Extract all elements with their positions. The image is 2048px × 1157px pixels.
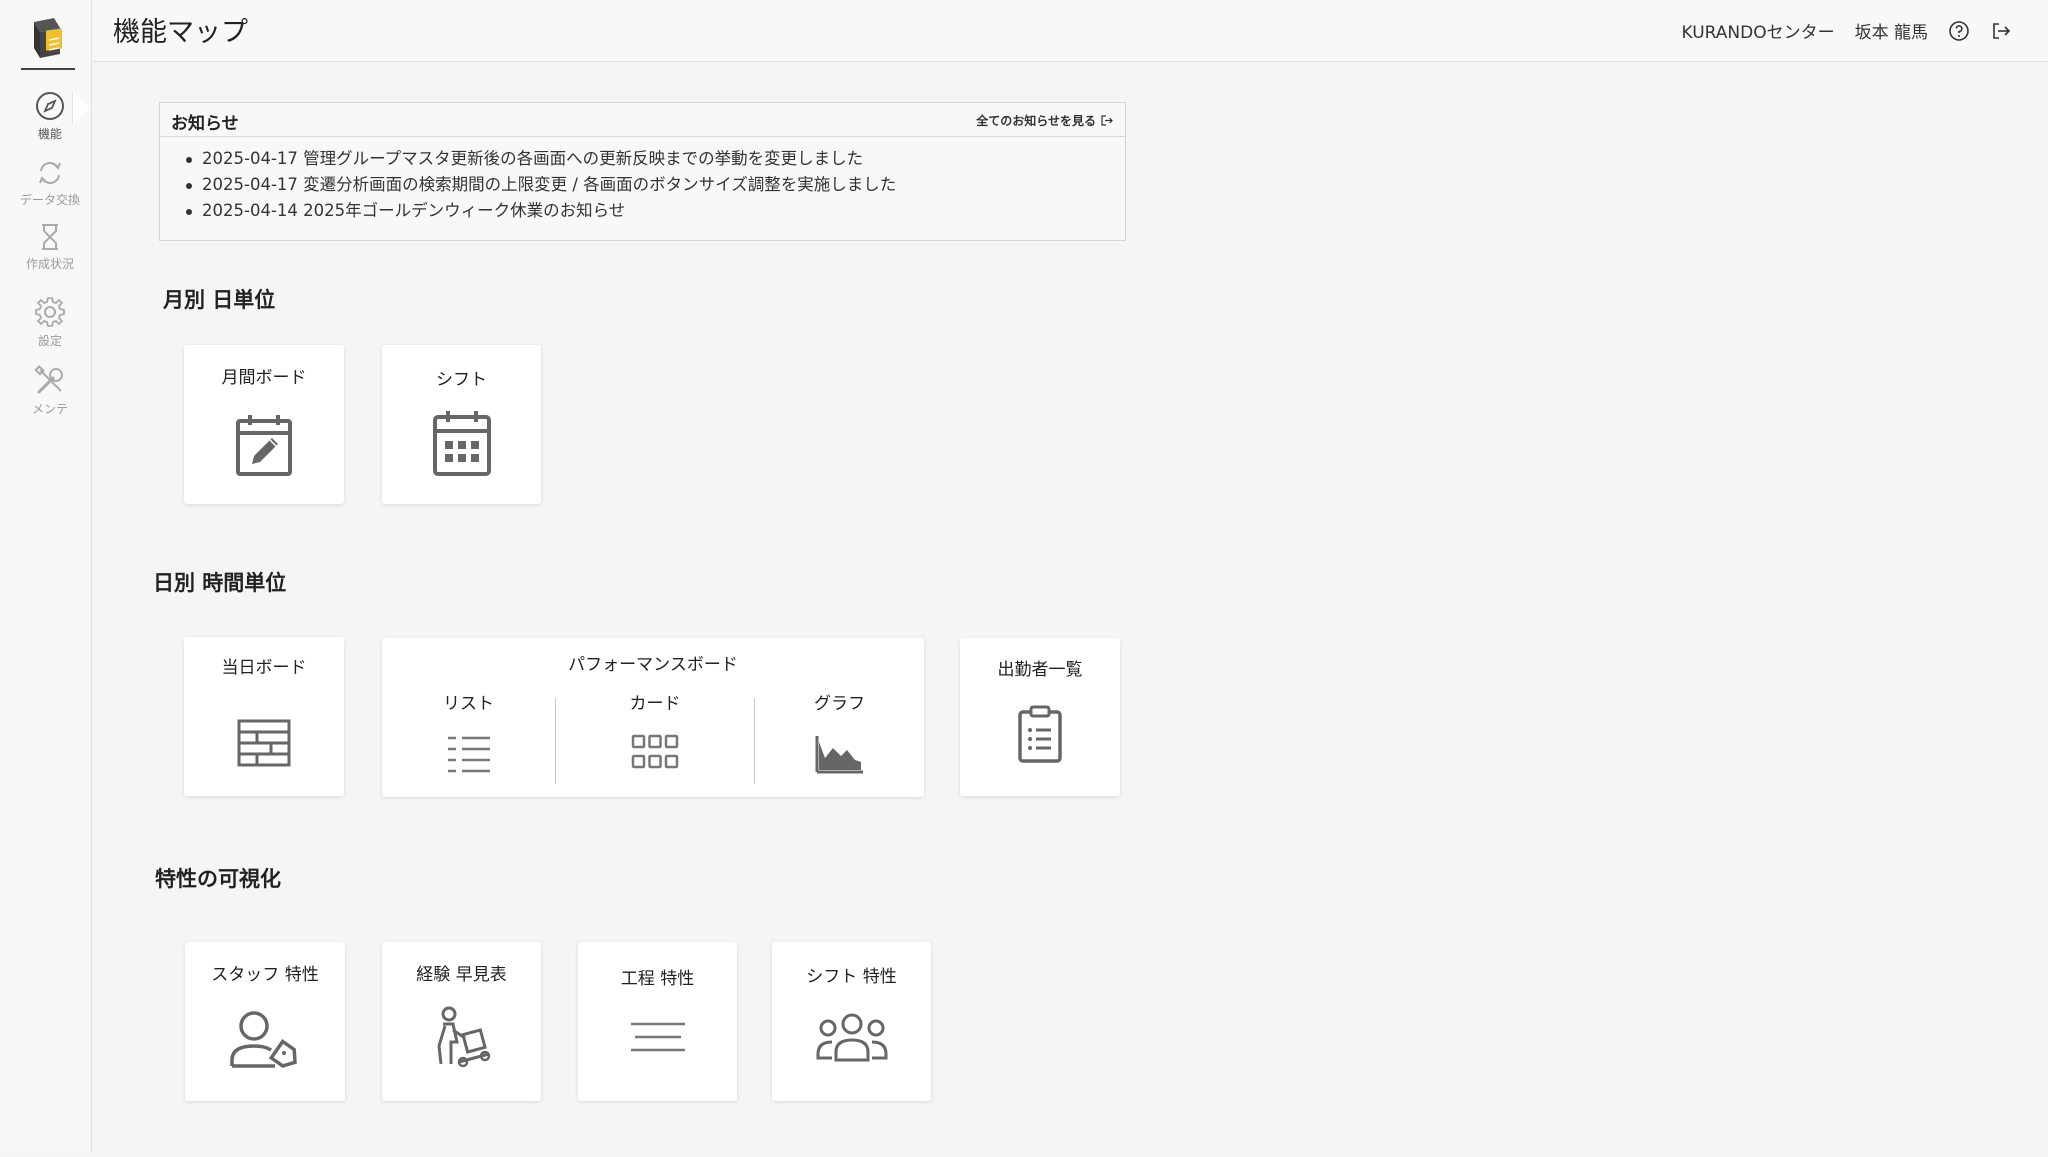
card-label: スタッフ 特性 (211, 965, 319, 985)
sidebar-item-status[interactable]: 作成状況 (0, 222, 100, 272)
view-all-label: 全てのお知らせを見る (976, 114, 1096, 128)
sidebar-item-settings[interactable]: 設定 (0, 295, 100, 349)
worker-cart-icon (436, 1006, 490, 1068)
sidebar-item-label: 作成状況 (25, 257, 74, 271)
monthly-board-card[interactable]: 月間ボード (184, 345, 344, 504)
help-icon[interactable] (1948, 20, 1970, 42)
card-label: 経験 早見表 (416, 965, 507, 985)
app-logo[interactable] (22, 16, 70, 64)
performance-graph-button[interactable]: グラフ (755, 638, 924, 797)
compass-icon (36, 92, 64, 120)
group-icon (816, 1013, 887, 1062)
today-board-card[interactable]: 当日ボード (184, 637, 344, 796)
sidebar-item-label: 機能 (37, 127, 62, 141)
process-traits-card[interactable]: 工程 特性 (578, 942, 737, 1101)
logout-icon[interactable] (1990, 20, 2012, 42)
sub-label: グラフ (814, 694, 865, 714)
table-icon (237, 719, 291, 767)
logo-divider (21, 68, 75, 70)
list-icon (447, 736, 490, 773)
card-grid-icon (631, 734, 679, 769)
gear-icon (35, 297, 65, 327)
page-title: 機能マップ (113, 17, 248, 48)
notice-item[interactable]: 2025-04-17 変遷分析画面の検索期間の上限変更 / 各画面のボタンサイズ… (186, 172, 1125, 198)
card-label: シフト (436, 370, 487, 390)
card-label: 出勤者一覧 (997, 660, 1083, 680)
header-user-area: KURANDOセンター 坂本 龍馬 (1682, 18, 2012, 43)
sidebar-item-label: メンテ (31, 402, 68, 416)
lines-icon (630, 1022, 685, 1052)
shift-card[interactable]: シフト (382, 345, 541, 504)
sub-label: カード (629, 694, 681, 714)
sidebar-item-maintenance[interactable]: メンテ (0, 365, 100, 417)
active-nav-pointer (73, 92, 90, 124)
card-label: 工程 特性 (620, 969, 695, 989)
sidebar-item-data-exchange[interactable]: データ交換 (0, 158, 100, 208)
card-label: 月間ボード (221, 368, 307, 388)
user-name: 坂本 龍馬 (1854, 23, 1928, 43)
shift-traits-card[interactable]: シフト 特性 (772, 942, 931, 1101)
sub-label: リスト (443, 694, 494, 714)
logo-icon (34, 18, 62, 58)
calendar-grid-icon (432, 411, 491, 476)
person-tag-icon (230, 1011, 297, 1068)
hourglass-icon (42, 224, 58, 250)
performance-board-card: パフォーマンスボード リスト カード グラフ (382, 638, 924, 797)
notice-item[interactable]: 2025-04-17 管理グループマスタ更新後の各画面への更新反映までの挙動を変… (186, 146, 1125, 172)
notice-item[interactable]: 2025-04-14 2025年ゴールデンウィーク休業のお知らせ (186, 198, 1125, 224)
external-link-icon (1101, 115, 1113, 126)
clipboard-list-icon (1018, 705, 1062, 763)
sidebar: 機能 データ交換 作成状況 設定 メンテ (0, 0, 92, 1152)
section-title-traits: 特性の可視化 (155, 867, 281, 891)
header: 機能マップ KURANDOセンター 坂本 龍馬 (93, 0, 2048, 62)
section-title-daily: 日別 時間単位 (153, 571, 287, 595)
calendar-edit-icon (236, 415, 292, 476)
notice-header: お知らせ 全てのお知らせを見る (160, 103, 1125, 137)
sidebar-item-label: 設定 (37, 334, 62, 348)
center-name: KURANDOセンター (1681, 23, 1835, 43)
performance-card-button[interactable]: カード (556, 638, 754, 797)
section-title-monthly: 月別 日単位 (163, 288, 276, 312)
area-chart-icon (815, 736, 863, 774)
experience-chart-card[interactable]: 経験 早見表 (382, 942, 541, 1101)
notice-panel: お知らせ 全てのお知らせを見る 2025-04-17 管理グループマスタ更新後の… (159, 102, 1126, 241)
performance-list-button[interactable]: リスト (382, 638, 555, 797)
view-all-notices-link[interactable]: 全てのお知らせを見る (976, 112, 1113, 129)
card-label: シフト 特性 (806, 967, 897, 987)
notice-list: 2025-04-17 管理グループマスタ更新後の各画面への更新反映までの挙動を変… (160, 137, 1125, 224)
notice-title: お知らせ (171, 114, 239, 134)
attendance-list-card[interactable]: 出勤者一覧 (960, 638, 1120, 796)
sidebar-item-label: データ交換 (19, 193, 80, 207)
tools-icon (34, 365, 63, 394)
staff-traits-card[interactable]: スタッフ 特性 (185, 942, 345, 1101)
sync-icon (39, 162, 61, 184)
card-label: 当日ボード (221, 658, 307, 678)
